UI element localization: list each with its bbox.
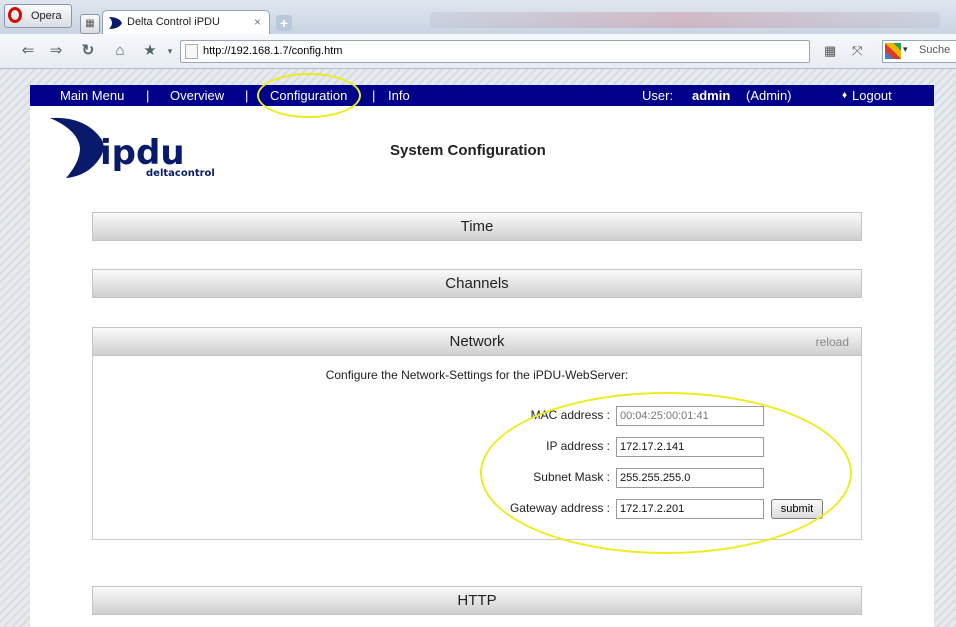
- url-field-container: [180, 40, 810, 63]
- http-section: HTTP: [92, 586, 862, 615]
- logout-arrow-icon: ♦: [842, 90, 848, 101]
- page-viewport: Main Menu | Overview | Configuration | I…: [0, 69, 956, 627]
- channels-section: Channels: [92, 269, 862, 298]
- mac-address-field[interactable]: [616, 406, 764, 426]
- ipdu-logo: ipdu deltacontrol: [50, 117, 215, 179]
- main-navbar: Main Menu | Overview | Configuration | I…: [30, 85, 934, 106]
- ip-address-label: IP address :: [546, 439, 610, 453]
- network-section-title: Network: [449, 333, 505, 350]
- network-section: Network reload Configure the Network-Set…: [92, 327, 862, 540]
- search-engine-icon[interactable]: [885, 43, 901, 59]
- browser-tab[interactable]: Delta Control iPDU ×: [102, 10, 270, 35]
- browser-tab-bar: Opera ▦ Delta Control iPDU × +: [0, 0, 956, 35]
- user-name: admin: [692, 88, 731, 103]
- nav-overview[interactable]: Overview: [170, 88, 224, 103]
- submit-button[interactable]: submit: [771, 499, 823, 519]
- background-window-title: [430, 12, 940, 28]
- logo-subtext: deltacontrol: [146, 168, 215, 179]
- network-section-header[interactable]: Network reload: [92, 327, 862, 356]
- http-section-header[interactable]: HTTP: [92, 586, 862, 615]
- channels-section-header[interactable]: Channels: [92, 269, 862, 298]
- nav-logout[interactable]: Logout: [852, 88, 892, 103]
- search-box[interactable]: ▾ Suche: [882, 40, 956, 63]
- user-label: User:: [642, 88, 674, 103]
- bookmark-star-icon[interactable]: ★: [140, 41, 160, 61]
- search-placeholder: Suche: [919, 44, 951, 56]
- back-icon[interactable]: ⇐: [18, 41, 38, 61]
- bookmark-dropdown-icon[interactable]: ▾: [160, 41, 180, 61]
- time-section-header[interactable]: Time: [92, 212, 862, 241]
- gateway-address-label: Gateway address :: [509, 501, 610, 515]
- ipdu-favicon-icon: [109, 17, 122, 29]
- page-title: System Configuration: [390, 142, 546, 159]
- speed-dial-icon[interactable]: ▦: [824, 43, 836, 59]
- opera-menu-label: Opera: [31, 10, 62, 22]
- logo-text: ipdu: [100, 133, 185, 173]
- fit-to-width-icon[interactable]: ⤧: [852, 43, 862, 59]
- nav-separator: |: [146, 88, 150, 103]
- tab-overview-icon[interactable]: ▦: [80, 14, 100, 34]
- new-tab-icon[interactable]: +: [276, 15, 292, 31]
- home-icon[interactable]: ⌂: [110, 41, 130, 61]
- nav-info[interactable]: Info: [388, 88, 410, 103]
- forward-icon[interactable]: ⇒: [46, 41, 66, 61]
- mac-address-label: MAC address :: [530, 408, 610, 422]
- gateway-address-field[interactable]: [616, 499, 764, 519]
- reload-link[interactable]: reload: [816, 328, 849, 356]
- url-input[interactable]: [203, 41, 793, 61]
- nav-separator: |: [372, 88, 376, 103]
- time-section: Time: [92, 212, 862, 241]
- network-intro-text: Configure the Network-Settings for the i…: [325, 368, 629, 382]
- subnet-mask-field[interactable]: [616, 468, 764, 488]
- nav-configuration[interactable]: Configuration: [270, 88, 347, 103]
- user-role: (Admin): [746, 88, 792, 103]
- tab-title: Delta Control iPDU: [127, 16, 220, 28]
- nav-main-menu[interactable]: Main Menu: [60, 88, 124, 103]
- browser-address-bar: ⇐ ⇒ ↻ ⌂ ★ ▾ ▦ ⤧ ▾ Suche: [0, 34, 956, 69]
- close-tab-icon[interactable]: ×: [254, 15, 261, 29]
- nav-separator: |: [245, 88, 249, 103]
- opera-menu-button[interactable]: Opera: [4, 4, 72, 28]
- page-icon: [185, 44, 198, 59]
- page-content: ipdu deltacontrol System Configuration T…: [30, 106, 934, 627]
- opera-logo-icon: [8, 7, 22, 23]
- ip-address-field[interactable]: [616, 437, 764, 457]
- reload-icon[interactable]: ↻: [78, 41, 98, 61]
- subnet-mask-label: Subnet Mask :: [533, 470, 610, 484]
- search-engine-dropdown-icon[interactable]: ▾: [903, 44, 908, 55]
- network-section-body: Configure the Network-Settings for the i…: [92, 356, 862, 540]
